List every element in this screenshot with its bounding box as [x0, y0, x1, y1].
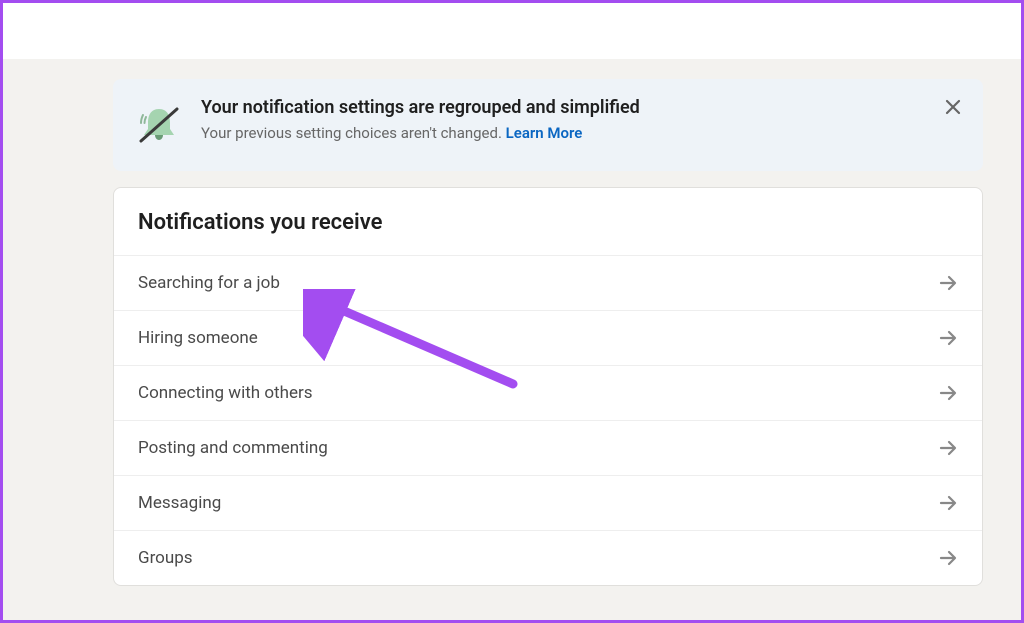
item-posting-and-commenting[interactable]: Posting and commenting — [114, 420, 982, 475]
item-messaging[interactable]: Messaging — [114, 475, 982, 530]
arrow-right-icon — [938, 273, 958, 293]
info-banner: Your notification settings are regrouped… — [113, 79, 983, 171]
content-container: Your notification settings are regrouped… — [113, 79, 983, 586]
arrow-right-icon — [938, 438, 958, 458]
arrow-right-icon — [938, 328, 958, 348]
item-connecting-with-others[interactable]: Connecting with others — [114, 365, 982, 420]
arrow-right-icon — [938, 493, 958, 513]
item-groups[interactable]: Groups — [114, 530, 982, 585]
banner-text-block: Your notification settings are regrouped… — [201, 97, 961, 142]
page-background: Your notification settings are regrouped… — [3, 59, 1021, 620]
learn-more-link[interactable]: Learn More — [506, 124, 583, 142]
banner-subtitle: Your previous setting choices aren't cha… — [201, 124, 961, 142]
notifications-card: Notifications you receive Searching for … — [113, 187, 983, 586]
list-item-label: Groups — [138, 548, 193, 568]
card-header: Notifications you receive — [114, 188, 982, 255]
arrow-right-icon — [938, 548, 958, 568]
item-searching-for-a-job[interactable]: Searching for a job — [114, 255, 982, 310]
banner-subtitle-text: Your previous setting choices aren't cha… — [201, 124, 506, 142]
item-hiring-someone[interactable]: Hiring someone — [114, 310, 982, 365]
close-icon[interactable] — [943, 97, 963, 121]
card-title: Notifications you receive — [138, 210, 958, 235]
list-item-label: Connecting with others — [138, 383, 313, 403]
list-item-label: Hiring someone — [138, 328, 258, 348]
list-item-label: Posting and commenting — [138, 438, 328, 458]
banner-title: Your notification settings are regrouped… — [201, 97, 961, 118]
arrow-right-icon — [938, 383, 958, 403]
list-item-label: Messaging — [138, 493, 221, 513]
list-item-label: Searching for a job — [138, 273, 280, 293]
bell-icon — [135, 101, 183, 153]
